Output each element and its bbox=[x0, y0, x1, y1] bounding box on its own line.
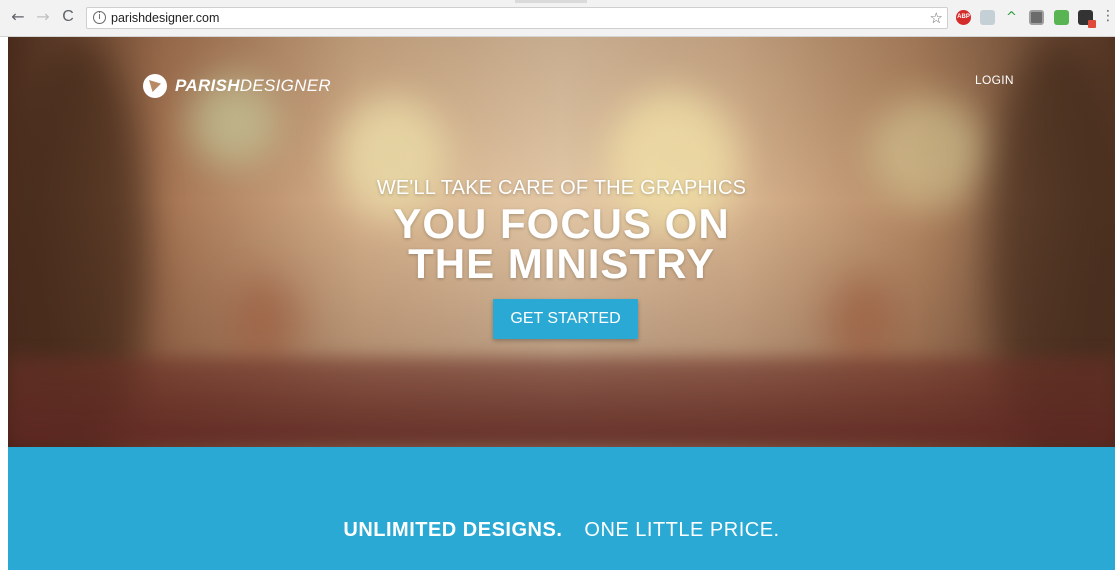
logo-wordmark-light: DESIGNER bbox=[239, 76, 331, 95]
address-bar[interactable]: i parishdesigner.com ☆ bbox=[86, 7, 948, 29]
extension-badge bbox=[1088, 20, 1096, 28]
back-icon[interactable]: ← bbox=[8, 7, 28, 27]
get-started-button[interactable]: GET STARTED bbox=[493, 299, 638, 339]
reload-icon[interactable]: C bbox=[58, 7, 78, 27]
site-logo[interactable]: PARISHDESIGNER bbox=[143, 73, 331, 99]
forward-icon[interactable]: → bbox=[33, 7, 53, 27]
hero-section: PARISHDESIGNER LOGIN WE'LL TAKE CARE OF … bbox=[8, 37, 1115, 447]
page-viewport: PARISHDESIGNER LOGIN WE'LL TAKE CARE OF … bbox=[8, 37, 1115, 570]
extension-icon[interactable]: ^ bbox=[1004, 10, 1019, 25]
login-link[interactable]: LOGIN bbox=[975, 73, 1014, 87]
browser-toolbar: ← → C i parishdesigner.com ☆ ABP ^ ⋮ bbox=[0, 0, 1115, 37]
logo-wordmark-bold: PARISH bbox=[175, 76, 240, 95]
tab-strip-edge bbox=[515, 0, 587, 3]
background-pew bbox=[228, 277, 298, 367]
url-text[interactable]: parishdesigner.com bbox=[111, 11, 219, 25]
extension-icon[interactable] bbox=[1029, 10, 1044, 25]
background-pew bbox=[828, 277, 898, 367]
bookmark-star-icon[interactable]: ☆ bbox=[930, 9, 943, 27]
browser-menu-icon[interactable]: ⋮ bbox=[1101, 8, 1115, 24]
extension-icon[interactable] bbox=[1078, 10, 1096, 28]
pricing-tagline: UNLIMITED DESIGNS. ONE LITTLE PRICE. bbox=[8, 519, 1115, 542]
hero-subheadline: WE'LL TAKE CARE OF THE GRAPHICS bbox=[376, 177, 747, 199]
adblock-plus-icon[interactable]: ABP bbox=[956, 10, 971, 25]
logo-wordmark: PARISHDESIGNER bbox=[175, 76, 331, 96]
pricing-band: UNLIMITED DESIGNS. ONE LITTLE PRICE. bbox=[8, 447, 1115, 570]
pricing-tagline-strong: UNLIMITED DESIGNS. bbox=[343, 519, 563, 541]
extension-icon[interactable] bbox=[980, 10, 995, 25]
hero-headline-line1: YOU FOCUS ON bbox=[393, 200, 730, 247]
site-info-icon[interactable]: i bbox=[93, 11, 106, 24]
logo-mark-icon bbox=[143, 74, 167, 98]
background-floor bbox=[8, 357, 1115, 447]
pricing-tagline-light: ONE LITTLE PRICE. bbox=[584, 519, 780, 541]
hero-headline-line2: THE MINISTRY bbox=[408, 240, 715, 287]
extension-icon[interactable] bbox=[1054, 10, 1069, 25]
